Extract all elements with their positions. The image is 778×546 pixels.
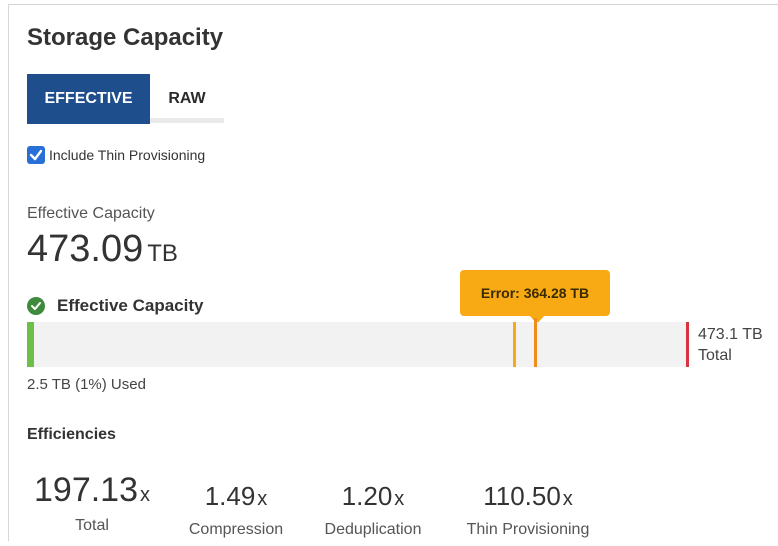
capacity-bar-title: Effective Capacity [57,296,204,315]
efficiency-thin-provisioning-label: Thin Provisioning [466,521,590,538]
effective-capacity-label: Effective Capacity [27,205,155,222]
total-capacity-label: 473.1 TB Total [698,324,763,366]
efficiency-compression-suffix: x [257,488,268,510]
error-tooltip: Error: 364.28 TB [460,270,610,316]
efficiency-thin-provisioning-suffix: x [562,488,573,510]
total-capacity-word: Total [698,347,732,364]
capacity-bar-header: Effective Capacity [27,296,203,316]
efficiency-deduplication-number: 1.20 [341,481,393,511]
panel-title: Storage Capacity [27,24,224,51]
efficiency-deduplication-value: 1.20 x [308,476,438,519]
efficiency-total: 197.13 x Total [22,470,162,535]
include-thin-provisioning-label[interactable]: Include Thin Provisioning [49,147,205,163]
include-thin-provisioning-row: Include Thin Provisioning [27,146,205,164]
checkmark-icon [29,149,43,161]
tab-raw[interactable]: RAW [150,74,224,124]
efficiency-compression-label: Compression [188,521,284,538]
error-threshold-marker[interactable] [534,318,537,367]
tab-effective[interactable]: EFFECTIVE [27,74,150,124]
warning-threshold-marker[interactable] [513,322,516,367]
used-capacity-label: 2.5 TB (1%) Used [27,376,146,393]
efficiency-deduplication-suffix: x [394,488,405,510]
effective-capacity-value: 473.09 TB [27,228,178,271]
efficiency-total-value: 197.13 x [22,470,162,515]
efficiency-deduplication-label: Deduplication [324,521,422,538]
capacity-unit: TB [147,240,178,267]
tab-raw-underline [150,118,224,123]
efficiency-total-suffix: x [140,484,150,506]
efficiency-compression-number: 1.49 [204,481,256,511]
status-ok-icon [27,297,45,315]
efficiency-total-label: Total [75,517,109,534]
efficiency-thin-provisioning: 110.50 x Thin Provisioning [448,476,608,539]
capacity-number: 473.09 [27,228,144,270]
include-thin-provisioning-checkbox[interactable] [27,146,45,164]
efficiencies-heading: Efficiencies [27,426,116,443]
check-circle-icon [31,302,41,310]
total-capacity-value: 473.1 TB [698,326,763,343]
efficiency-total-number: 197.13 [34,471,138,509]
efficiency-compression: 1.49 x Compression [176,476,296,539]
efficiency-compression-value: 1.49 x [176,476,296,519]
capacity-bar-track [27,322,687,367]
total-capacity-marker [686,322,689,367]
efficiency-thin-provisioning-value: 110.50 x [448,476,608,519]
efficiency-thin-provisioning-number: 110.50 [483,481,561,511]
capacity-bar-used [27,322,34,367]
efficiency-deduplication: 1.20 x Deduplication [308,476,438,539]
